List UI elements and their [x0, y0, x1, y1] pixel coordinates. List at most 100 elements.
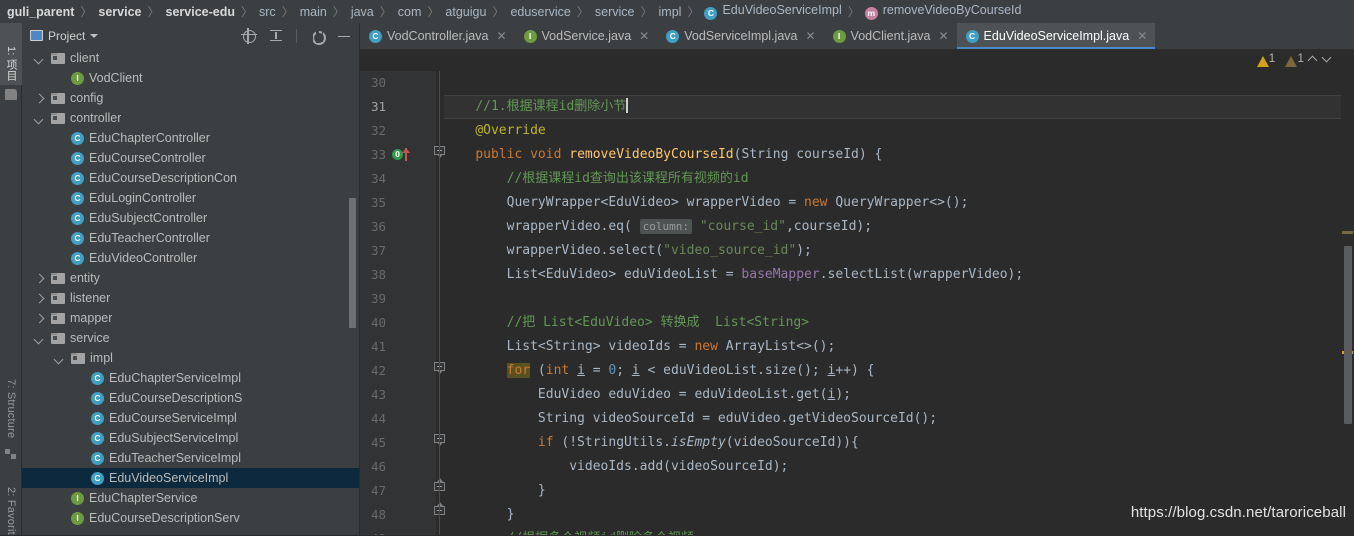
- code-line[interactable]: QueryWrapper<EduVideo> wrapperVideo = ne…: [444, 191, 1354, 215]
- tree-node[interactable]: C EduSubjectServiceImpl: [22, 428, 359, 448]
- close-icon[interactable]: ✕: [938, 29, 948, 43]
- tree-node[interactable]: client: [22, 48, 359, 68]
- code-line[interactable]: public void removeVideoByCourseId(String…: [444, 143, 1354, 167]
- chevron-down-icon[interactable]: [54, 353, 65, 364]
- code-line[interactable]: //根据课程id查询出该课程所有视频的id: [444, 167, 1354, 191]
- gutter-line[interactable]: 46: [360, 455, 436, 479]
- gutter-line[interactable]: 36: [360, 215, 436, 239]
- tree-node[interactable]: config: [22, 88, 359, 108]
- code-line[interactable]: String videoSourceId = eduVideo.getVideo…: [444, 407, 1354, 431]
- chevron-down-icon[interactable]: [34, 333, 45, 344]
- locate-icon[interactable]: [241, 27, 257, 44]
- minimize-icon[interactable]: [337, 29, 351, 43]
- editor-tab[interactable]: C VodController.java ✕: [360, 23, 515, 49]
- code-content[interactable]: //1.根据课程id删除小节 @Override public void rem…: [444, 71, 1354, 536]
- gutter-line[interactable]: 43: [360, 383, 436, 407]
- breadcrumb-item[interactable]: eduservice: [509, 5, 571, 19]
- gutter-line[interactable]: 44: [360, 407, 436, 431]
- gutter-line[interactable]: 37: [360, 239, 436, 263]
- prev-problem-icon[interactable]: [1309, 54, 1318, 63]
- chevron-right-icon[interactable]: [34, 273, 45, 284]
- editor-tab[interactable]: C EduVideoServiceImpl.java ✕: [956, 23, 1156, 49]
- project-tree[interactable]: client I VodClient config controller C EduChap…: [22, 48, 359, 536]
- breadcrumb-item[interactable]: main: [299, 5, 328, 19]
- gutter-line[interactable]: 31: [360, 95, 436, 119]
- code-line[interactable]: for (int i = 0; i < eduVideoList.size();…: [444, 359, 1354, 383]
- code-line[interactable]: @Override: [444, 119, 1354, 143]
- gutter-line[interactable]: 30: [360, 71, 436, 95]
- code-line[interactable]: List<String> videoIds = new ArrayList<>(…: [444, 335, 1354, 359]
- code-line[interactable]: //把 List<EduVideo> 转换成 List<String>: [444, 311, 1354, 335]
- collapse-all-icon[interactable]: [269, 29, 283, 43]
- tree-node[interactable]: service: [22, 328, 359, 348]
- editor-tab[interactable]: I VodService.java ✕: [515, 23, 658, 49]
- tree-node[interactable]: C EduLoginController: [22, 188, 359, 208]
- tree-node[interactable]: I EduChapterService: [22, 488, 359, 508]
- breadcrumb-item[interactable]: service: [97, 5, 142, 19]
- editor-scrollbar[interactable]: [1341, 71, 1354, 536]
- tree-node[interactable]: C EduSubjectController: [22, 208, 359, 228]
- settings-gear-icon[interactable]: [310, 28, 326, 45]
- gutter-line[interactable]: 33 O: [360, 143, 445, 167]
- scrollbar-thumb[interactable]: [1344, 246, 1352, 424]
- tree-node[interactable]: I VodClient: [22, 68, 359, 88]
- tree-node[interactable]: controller: [22, 108, 359, 128]
- tree-node[interactable]: C EduTeacherController: [22, 228, 359, 248]
- close-icon[interactable]: ✕: [496, 29, 506, 43]
- editor-tab[interactable]: I VodClient.java ✕: [824, 23, 957, 49]
- chevron-right-icon[interactable]: [34, 293, 45, 304]
- gutter-line[interactable]: 45: [360, 431, 445, 455]
- breadcrumb-item[interactable]: m removeVideoByCourseId: [864, 3, 1023, 20]
- code-line[interactable]: if (!StringUtils.isEmpty(videoSourceId))…: [444, 431, 1354, 455]
- code-line[interactable]: //1.根据课程id删除小节: [444, 95, 1354, 119]
- code-line[interactable]: [444, 287, 1354, 311]
- tree-node[interactable]: C EduChapterController: [22, 128, 359, 148]
- code-line[interactable]: EduVideo eduVideo = eduVideoList.get(i);: [444, 383, 1354, 407]
- breadcrumb-item[interactable]: guli_parent: [6, 5, 75, 19]
- close-icon[interactable]: ✕: [639, 29, 649, 43]
- breadcrumb-item[interactable]: atguigu: [444, 5, 487, 19]
- tree-node[interactable]: C EduCourseController: [22, 148, 359, 168]
- code-line[interactable]: List<EduVideo> eduVideoList = baseMapper…: [444, 263, 1354, 287]
- chevron-down-icon[interactable]: [34, 53, 45, 64]
- code-line[interactable]: }: [444, 479, 1354, 503]
- gutter-line[interactable]: 48: [360, 502, 445, 527]
- code-line[interactable]: [444, 71, 1354, 95]
- tree-node[interactable]: C EduCourseServiceImpl: [22, 408, 359, 428]
- chevron-right-icon[interactable]: [34, 93, 45, 104]
- gutter-line[interactable]: 47: [360, 478, 445, 503]
- editor-gutter[interactable]: 30313233O3435363738394041424344454647484…: [360, 71, 445, 536]
- breadcrumb-item[interactable]: com: [397, 5, 423, 19]
- scrollbar-marker-warning-1[interactable]: [1342, 231, 1353, 234]
- gutter-line[interactable]: 39: [360, 287, 436, 311]
- gutter-line[interactable]: 38: [360, 263, 436, 287]
- tree-node[interactable]: C EduVideoController: [22, 248, 359, 268]
- tree-node[interactable]: C EduVideoServiceImpl: [22, 468, 359, 488]
- breadcrumb-item[interactable]: src: [258, 5, 277, 19]
- tree-node[interactable]: C EduCourseDescriptionS: [22, 388, 359, 408]
- tree-node[interactable]: C EduChapterServiceImpl: [22, 368, 359, 388]
- override-method-icon[interactable]: O: [392, 148, 414, 162]
- next-problem-icon[interactable]: [1323, 54, 1332, 63]
- code-line[interactable]: wrapperVideo.eq( column: "course_id",cou…: [444, 215, 1354, 239]
- breadcrumb-item[interactable]: impl: [658, 5, 683, 19]
- code-line[interactable]: videoIds.add(videoSourceId);: [444, 455, 1354, 479]
- code-editor[interactable]: 30313233O3435363738394041424344454647484…: [360, 71, 1354, 536]
- sidebar-item-project[interactable]: 1: 项目: [0, 23, 22, 85]
- tree-node[interactable]: C EduCourseDescriptionCon: [22, 168, 359, 188]
- close-icon[interactable]: ✕: [1137, 29, 1147, 43]
- tree-node[interactable]: I EduCourseDescriptionServ: [22, 508, 359, 528]
- tree-node[interactable]: mapper: [22, 308, 359, 328]
- gutter-line[interactable]: 42: [360, 359, 445, 383]
- chevron-right-icon[interactable]: [34, 313, 45, 324]
- inspection-widget[interactable]: 1 1: [1252, 51, 1332, 67]
- project-title-dropdown[interactable]: Project: [30, 29, 99, 43]
- gutter-line[interactable]: 35: [360, 191, 436, 215]
- gutter-line[interactable]: 34: [360, 167, 436, 191]
- gutter-line[interactable]: 40: [360, 311, 436, 335]
- close-icon[interactable]: ✕: [805, 29, 815, 43]
- gutter-line[interactable]: 41: [360, 335, 436, 359]
- editor-tab[interactable]: C VodServiceImpl.java ✕: [657, 23, 823, 49]
- tree-node[interactable]: impl: [22, 348, 359, 368]
- breadcrumb-item[interactable]: C EduVideoServiceImpl: [704, 3, 842, 20]
